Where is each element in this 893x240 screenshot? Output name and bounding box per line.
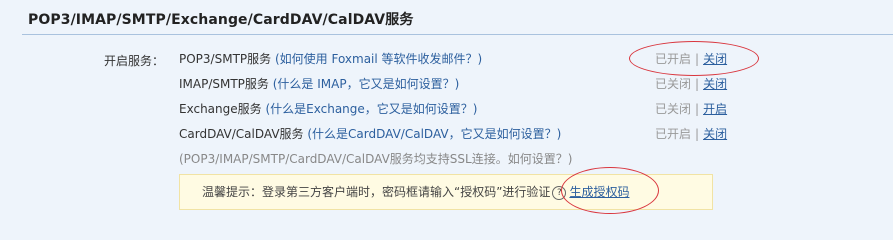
- service-name: Exchange服务: [179, 102, 262, 116]
- service-row-pop3: POP3/SMTP服务 (如何使用 Foxmail 等软件收发邮件？): [179, 50, 482, 68]
- separator: |: [695, 102, 700, 116]
- toggle-link[interactable]: 关闭: [703, 127, 727, 141]
- tip-text: 温馨提示：登录第三方客户端时，密码框请输入“授权码”进行验证: [202, 185, 551, 199]
- service-help-link[interactable]: (什么是 IMAP，它又是如何设置？): [273, 77, 460, 91]
- service-row-exchange: Exchange服务 (什么是Exchange，它又是如何设置？): [179, 100, 477, 118]
- toggle-link[interactable]: 关闭: [703, 52, 727, 66]
- open-services-label: 开启服务：: [104, 54, 165, 68]
- status-text: 已关闭: [655, 77, 692, 91]
- status-text: 已关闭: [655, 102, 692, 116]
- separator: |: [695, 127, 700, 141]
- service-row-carddav: CardDAV/CalDAV服务 (什么是CardDAV/CalDAV，它又是如…: [179, 125, 561, 143]
- service-row-imap: IMAP/SMTP服务 (什么是 IMAP，它又是如何设置？): [179, 75, 459, 93]
- generate-auth-code-link[interactable]: 生成授权码: [569, 185, 629, 199]
- service-status-pop3: 已开启 | 关闭: [655, 50, 727, 68]
- separator: |: [695, 77, 700, 91]
- service-name: POP3/SMTP服务: [179, 52, 272, 66]
- ssl-note-text: (POP3/IMAP/SMTP/CardDAV/CalDAV服务均支持SSL连接…: [179, 152, 508, 166]
- service-status-carddav: 已开启 | 关闭: [655, 125, 727, 143]
- service-status-imap: 已关闭 | 关闭: [655, 75, 727, 93]
- tip-content: 温馨提示：登录第三方客户端时，密码框请输入“授权码”进行验证? 生成授权码: [202, 175, 629, 209]
- separator: |: [695, 52, 700, 66]
- service-name: IMAP/SMTP服务: [179, 77, 269, 91]
- service-help-link[interactable]: (什么是Exchange，它又是如何设置？): [265, 102, 477, 116]
- ssl-note: (POP3/IMAP/SMTP/CardDAV/CalDAV服务均支持SSL连接…: [179, 150, 572, 168]
- status-text: 已开启: [655, 127, 692, 141]
- question-icon[interactable]: ?: [552, 185, 567, 200]
- service-help-link[interactable]: (什么是CardDAV/CalDAV，它又是如何设置？): [307, 127, 561, 141]
- service-help-link[interactable]: (如何使用 Foxmail 等软件收发邮件？): [275, 52, 482, 66]
- toggle-link[interactable]: 开启: [703, 102, 727, 116]
- toggle-link[interactable]: 关闭: [703, 77, 727, 91]
- service-status-exchange: 已关闭 | 开启: [655, 100, 727, 118]
- status-text: 已开启: [655, 52, 692, 66]
- service-name: CardDAV/CalDAV服务: [179, 127, 304, 141]
- section-title: POP3/IMAP/SMTP/Exchange/CardDAV/CalDAV服务: [28, 12, 414, 28]
- tip-box: 温馨提示：登录第三方客户端时，密码框请输入“授权码”进行验证? 生成授权码: [179, 174, 713, 210]
- ssl-setup-link[interactable]: 如何设置？): [508, 152, 573, 166]
- section-divider: [22, 34, 893, 35]
